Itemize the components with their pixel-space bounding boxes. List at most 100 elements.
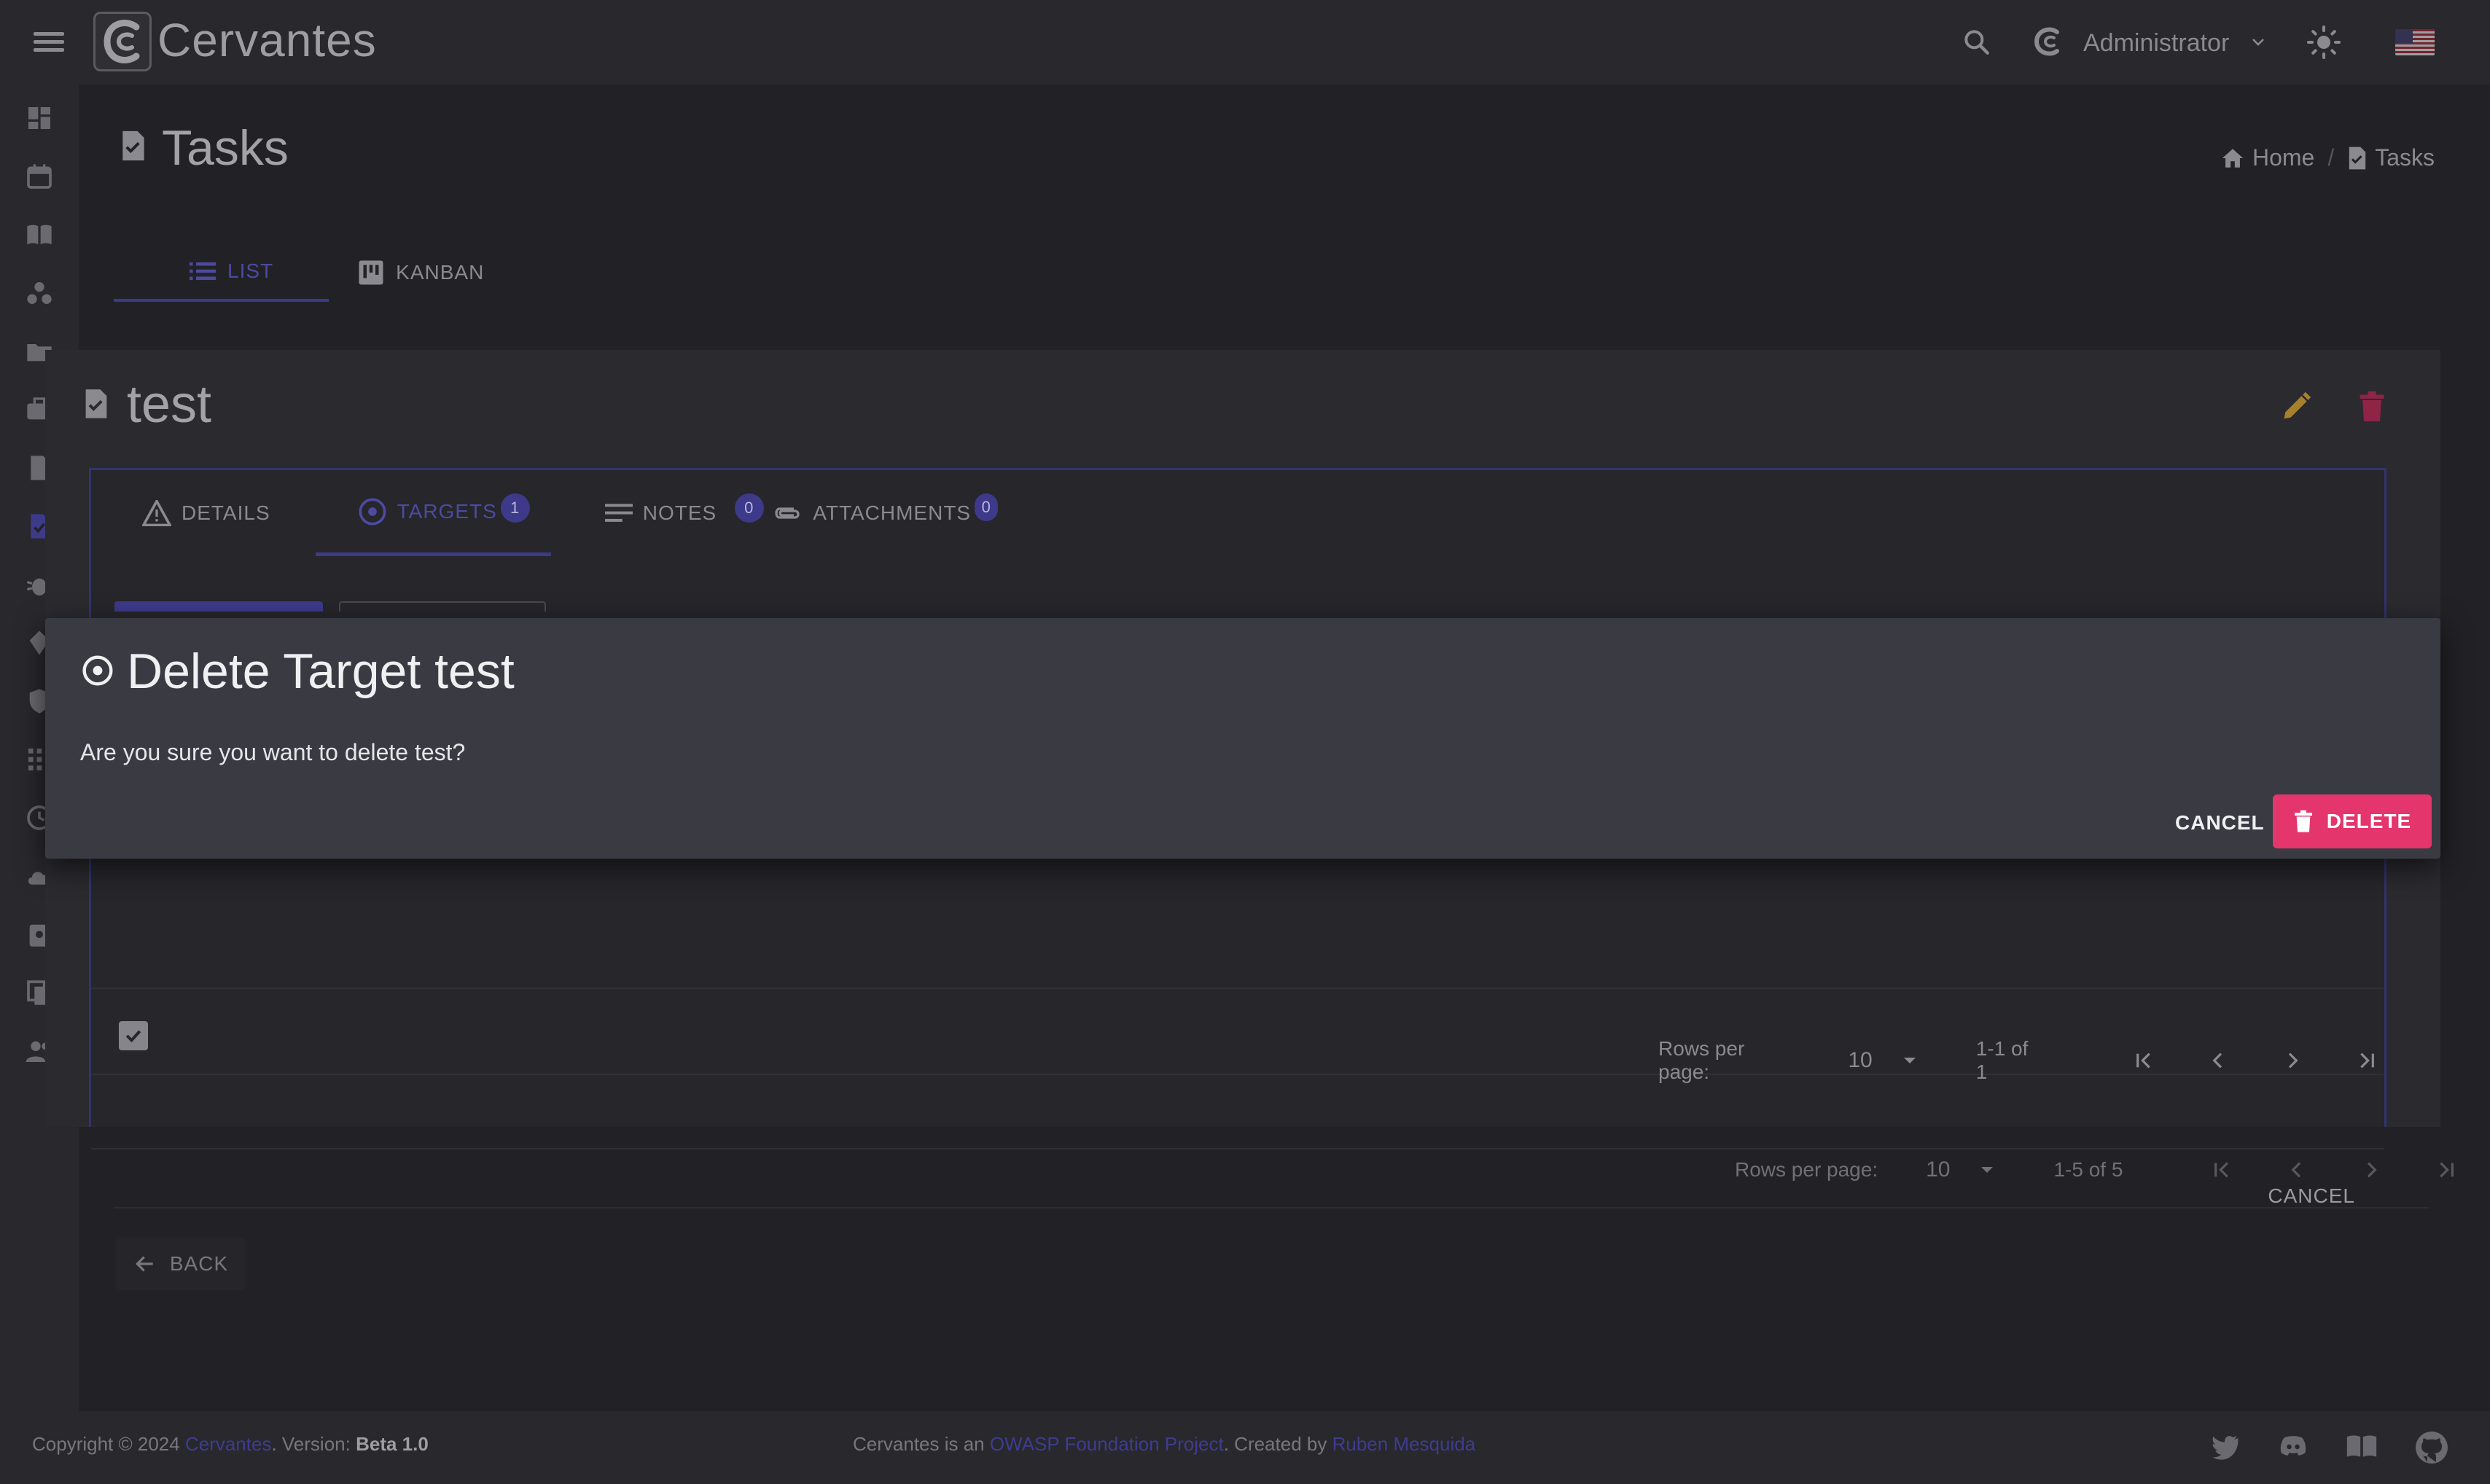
table-divider [91, 988, 2384, 989]
tab-kanban[interactable]: KANBAN [329, 243, 513, 302]
copyright-text: Copyright © 2024 [32, 1433, 180, 1455]
created-by-text: . Created by [1223, 1433, 1327, 1455]
tab-attachments[interactable]: ATTACHMENTS 0 [772, 470, 999, 556]
last-page-icon[interactable] [2348, 1042, 2384, 1079]
tab-notes-label: NOTES [642, 501, 717, 524]
breadcrumb: Home / Tasks [2220, 144, 2435, 171]
footer-copyright: Copyright © 2024 Cervantes. Version: Bet… [32, 1433, 429, 1456]
attachments-count-badge: 0 [975, 493, 999, 521]
notes-icon [604, 502, 633, 524]
user-name[interactable]: Administrator [2083, 29, 2229, 58]
app-name: Cervantes [157, 14, 377, 66]
owasp-link[interactable]: OWASP Foundation Project [990, 1433, 1224, 1455]
delete-button-label: DELETE [2326, 810, 2412, 832]
trash-icon [2293, 810, 2314, 833]
clients-icon[interactable] [25, 278, 54, 308]
task-tabs: DETAILS TARGETS 1 NOTES 0 ATTACHMENTS 0 [91, 470, 999, 556]
tab-list-label: LIST [227, 259, 274, 282]
search-icon[interactable] [1961, 26, 1993, 58]
notes-count-badge: 0 [734, 493, 764, 523]
last-page-icon[interactable] [2427, 1152, 2464, 1188]
page-range: 1-1 of 1 [1975, 1037, 2029, 1083]
tab-targets-label: TARGETS [397, 499, 497, 523]
github-icon[interactable] [2414, 1430, 2449, 1465]
tab-attachments-label: ATTACHMENTS [813, 501, 972, 524]
cancel-button[interactable]: CANCEL [2162, 797, 2278, 848]
tab-notes[interactable]: NOTES 0 [551, 470, 772, 556]
edit-icon[interactable] [2280, 391, 2312, 423]
tab-details-label: DETAILS [182, 501, 270, 524]
breadcrumb-tasks[interactable]: Tasks [2347, 144, 2435, 171]
user-avatar-icon[interactable] [2031, 25, 2064, 58]
tab-kanban-label: KANBAN [396, 261, 485, 284]
app-logo [93, 12, 152, 71]
prev-page-icon[interactable] [2200, 1042, 2236, 1079]
back-button-label: BACK [169, 1252, 229, 1275]
next-page-icon[interactable] [2274, 1042, 2311, 1079]
tab-details[interactable]: DETAILS [91, 470, 316, 556]
view-tabs: LIST KANBAN [114, 243, 513, 302]
rows-per-page-select[interactable]: 10 [1926, 1157, 1995, 1182]
tab-list[interactable]: LIST [114, 243, 329, 302]
list-icon [190, 260, 216, 282]
language-flag-icon[interactable] [2395, 29, 2435, 55]
rows-per-page-label: Rows per page: [1735, 1158, 1878, 1181]
dropdown-arrow-icon [1979, 1165, 1995, 1175]
footer-credits: Cervantes is an OWASP Foundation Project… [853, 1433, 1475, 1456]
task-icon [83, 388, 109, 420]
attachment-icon [772, 502, 803, 524]
breadcrumb-separator: / [2327, 144, 2335, 171]
brand-link[interactable]: Cervantes [185, 1433, 272, 1455]
back-button[interactable]: BACK [117, 1238, 245, 1290]
target-menu-button[interactable] [339, 601, 546, 612]
first-page-icon[interactable] [2126, 1042, 2163, 1079]
task-icon [2347, 146, 2368, 171]
task-title: test [127, 375, 212, 434]
home-icon [2220, 146, 2245, 171]
page-range: 1-5 of 5 [2053, 1158, 2123, 1181]
dropdown-arrow-icon [1902, 1055, 1918, 1066]
first-page-icon[interactable] [2204, 1152, 2241, 1188]
version-text: Beta 1.0 [356, 1433, 429, 1455]
breadcrumb-tasks-label: Tasks [2375, 144, 2435, 171]
top-bar: Cervantes Administrator [0, 0, 2490, 85]
rows-per-page-label: Rows per page: [1658, 1037, 1745, 1083]
page-title: Tasks [162, 120, 289, 176]
add-target-button[interactable] [114, 601, 323, 612]
footer: Copyright © 2024 Cervantes. Version: Bet… [0, 1411, 2490, 1484]
rows-per-page-value: 10 [1926, 1157, 1951, 1182]
version-prefix: . Version: [271, 1433, 351, 1455]
table-divider [91, 1148, 2384, 1149]
prev-page-icon[interactable] [2279, 1152, 2315, 1188]
credits-prefix: Cervantes is an [853, 1433, 985, 1455]
dialog-message: Are you sure you want to delete test? [80, 739, 466, 765]
social-links [2209, 1430, 2449, 1465]
breadcrumb-home[interactable]: Home [2220, 144, 2314, 171]
book-icon[interactable] [25, 220, 54, 249]
docs-book-icon[interactable] [2346, 1430, 2378, 1465]
theme-toggle-icon[interactable] [2306, 25, 2341, 60]
chevron-down-icon[interactable] [2249, 34, 2267, 51]
tab-targets[interactable]: TARGETS 1 [315, 470, 551, 556]
confirm-delete-button[interactable]: DELETE [2273, 794, 2432, 848]
twitter-icon[interactable] [2209, 1430, 2241, 1465]
calendar-icon[interactable] [25, 162, 54, 191]
delete-icon[interactable] [2357, 391, 2386, 423]
table-divider [114, 1207, 2429, 1208]
next-page-icon[interactable] [2353, 1152, 2389, 1188]
discord-icon[interactable] [2277, 1430, 2309, 1465]
row-checkbox[interactable] [119, 1021, 148, 1050]
rows-per-page-select[interactable]: 10 [1848, 1048, 1917, 1073]
tasks-pagination: Rows per page: 10 1-5 of 5 [1735, 1152, 2464, 1188]
arrow-left-icon [133, 1252, 157, 1276]
targets-pagination: Rows per page: 10 1-1 of 1 [1658, 1037, 2384, 1084]
dashboard-icon[interactable] [25, 104, 54, 133]
warning-icon [142, 500, 171, 526]
targets-count-badge: 1 [500, 493, 530, 523]
target-icon [358, 497, 387, 526]
rows-per-page-value: 10 [1848, 1048, 1873, 1072]
author-link[interactable]: Ruben Mesquida [1332, 1433, 1476, 1455]
breadcrumb-home-label: Home [2252, 144, 2315, 171]
menu-icon[interactable] [34, 28, 64, 57]
target-icon [82, 655, 114, 687]
